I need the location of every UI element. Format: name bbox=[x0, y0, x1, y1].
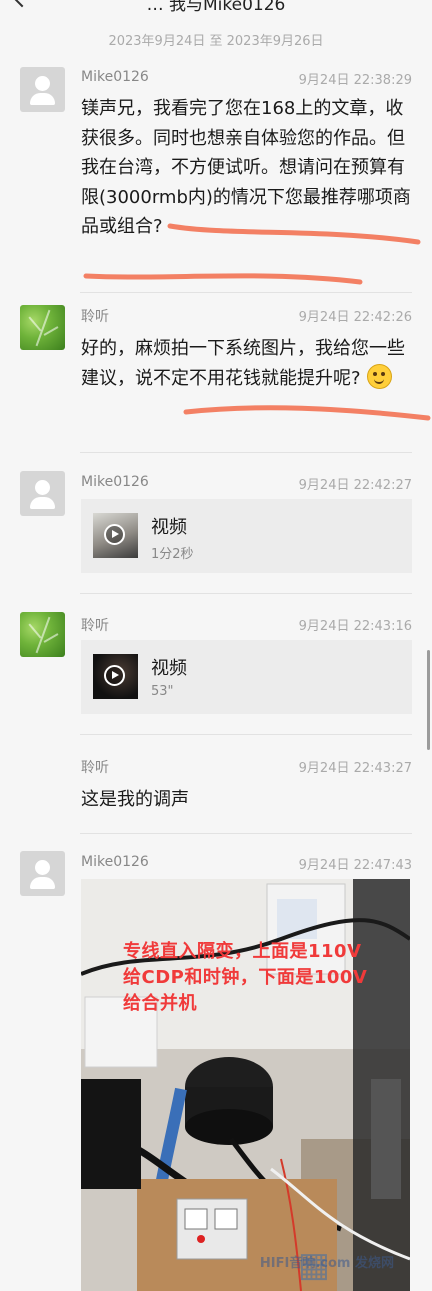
watermark: HIFI音响.com 发烧网 bbox=[259, 1256, 394, 1271]
message-text: 镁声兄，我看完了您在168上的文章，收获很多。同时也想亲自体验您的作品。但我在台… bbox=[81, 98, 411, 237]
message-time: 9月24日 22:38:29 bbox=[298, 73, 412, 88]
avatar[interactable] bbox=[20, 305, 65, 350]
divider bbox=[80, 292, 412, 293]
divider bbox=[80, 452, 412, 453]
sender-name[interactable]: Mike0126 bbox=[81, 69, 149, 85]
message-time: 9月24日 22:43:27 bbox=[298, 761, 412, 776]
divider bbox=[80, 593, 412, 594]
video-card[interactable]: 视频 53" bbox=[81, 640, 412, 714]
message-time: 9月24日 22:42:26 bbox=[298, 310, 412, 325]
sender-name[interactable]: 聆听 bbox=[81, 757, 109, 777]
avatar[interactable] bbox=[20, 67, 65, 112]
video-label: 视频 bbox=[151, 517, 187, 538]
photo-message[interactable]: 专线直入隔变，上面是110V给CDP和时钟，下面是100V给合并机 ▦ HIFI… bbox=[81, 879, 410, 1291]
divider bbox=[80, 734, 412, 735]
message-time: 9月24日 22:43:16 bbox=[298, 619, 412, 634]
divider bbox=[80, 833, 412, 834]
video-duration: 1分2秒 bbox=[151, 547, 194, 562]
video-card[interactable]: 视频 1分2秒 bbox=[81, 499, 412, 573]
play-icon bbox=[104, 524, 125, 545]
smile-emoji-icon bbox=[366, 363, 392, 389]
video-thumbnail bbox=[93, 654, 138, 699]
top-bar: … 我与Mike0126 bbox=[0, 0, 432, 24]
message-text: 这是我的调声 bbox=[81, 789, 189, 810]
avatar[interactable] bbox=[20, 612, 65, 657]
message-time: 9月24日 22:47:43 bbox=[298, 858, 412, 873]
avatar[interactable] bbox=[20, 851, 65, 896]
video-label: 视频 bbox=[151, 658, 187, 679]
play-icon bbox=[104, 665, 125, 686]
default-avatar-icon bbox=[35, 860, 50, 875]
message-text-content: 好的，麻烦拍一下系统图片，我给您一些建议，说不定不用花钱就能提升呢? bbox=[81, 338, 405, 389]
sender-name[interactable]: Mike0126 bbox=[81, 854, 149, 870]
chat-title: … 我与Mike0126 bbox=[146, 0, 286, 15]
sender-name[interactable]: 聆听 bbox=[81, 306, 109, 326]
avatar[interactable] bbox=[20, 471, 65, 516]
sender-name[interactable]: Mike0126 bbox=[81, 474, 149, 490]
default-avatar-icon bbox=[35, 480, 50, 495]
date-range: 2023年9月24日 至 2023年9月26日 bbox=[108, 34, 324, 49]
photo-caption: 专线直入隔变，上面是110V给CDP和时钟，下面是100V给合并机 bbox=[123, 941, 368, 1014]
scrollbar[interactable] bbox=[427, 650, 430, 750]
message-time: 9月24日 22:42:27 bbox=[298, 478, 412, 493]
video-duration: 53" bbox=[151, 684, 174, 699]
sender-name[interactable]: 聆听 bbox=[81, 615, 109, 635]
default-avatar-icon bbox=[35, 76, 50, 91]
message-text: 好的，麻烦拍一下系统图片，我给您一些建议，说不定不用花钱就能提升呢? bbox=[81, 334, 416, 393]
video-thumbnail bbox=[93, 513, 138, 558]
